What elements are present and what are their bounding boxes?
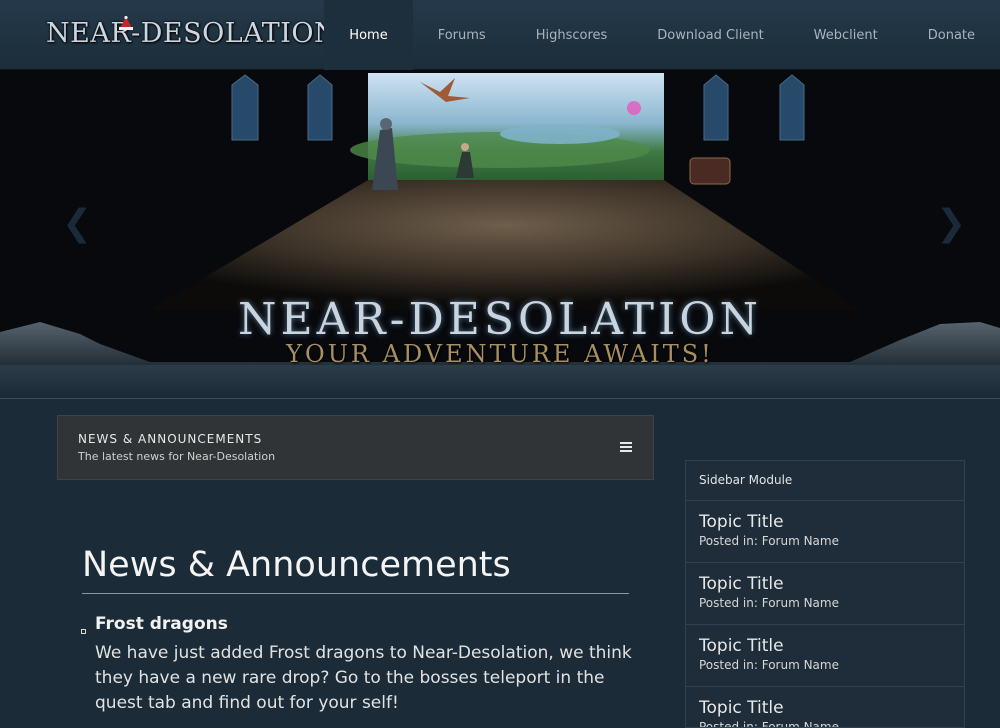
nav-download-client-label: Download Client [657, 27, 764, 43]
hero-bottom-border [0, 365, 1000, 399]
hero-title: NEAR-DESOLATION [238, 294, 762, 345]
nav-highscores-label: Highscores [535, 27, 608, 43]
sidebar-topic-item[interactable]: Topic Title Posted in: Forum Name [686, 563, 964, 625]
news-bar-title: NEWS & ANNOUNCEMENTS [78, 432, 263, 446]
topic-meta: Posted in: Forum Name [699, 658, 839, 672]
nav-highscores[interactable]: Highscores [511, 0, 633, 70]
topic-title[interactable]: Topic Title [699, 697, 951, 719]
news-header-bar: NEWS & ANNOUNCEMENTS The latest news for… [57, 415, 654, 480]
nav-webclient-label: Webclient [813, 27, 878, 43]
topic-title[interactable]: Topic Title [699, 511, 951, 533]
sidebar-title: Sidebar Module [686, 461, 964, 501]
nav-forums[interactable]: Forums [413, 0, 511, 70]
topic-meta: Posted in: Forum Name [699, 534, 839, 548]
nav-home-label: Home [349, 27, 388, 43]
nav-donate[interactable]: Donate [903, 0, 1000, 70]
topic-title[interactable]: Topic Title [699, 635, 951, 657]
chevron-left-icon[interactable]: ❮ [62, 206, 92, 242]
page-title: News & Announcements [82, 545, 629, 594]
sidebar-module: Sidebar Module Topic Title Posted in: Fo… [685, 460, 965, 728]
sidebar-topic-item[interactable]: Topic Title Posted in: Forum Name [686, 501, 964, 563]
nav-donate-label: Donate [927, 27, 975, 43]
nav-download-client[interactable]: Download Client [632, 0, 788, 70]
nav-forums-label: Forums [437, 27, 486, 43]
topic-meta: Posted in: Forum Name [699, 596, 839, 610]
main-nav: Home Forums Highscores Download Client W… [324, 0, 1000, 70]
bullet-icon [81, 629, 86, 634]
hamburger-menu-icon[interactable] [620, 442, 632, 452]
santa-hat-icon [119, 16, 133, 30]
site-logo[interactable]: NEAR-DESOLATION [46, 16, 339, 54]
logo-text: NEAR-DESOLATION [46, 18, 339, 49]
chevron-right-icon[interactable]: ❯ [936, 206, 966, 242]
topic-meta: Posted in: Forum Name [699, 720, 839, 728]
nav-home[interactable]: Home [324, 0, 413, 70]
post-title[interactable]: Frost dragons [95, 614, 228, 634]
post-body: We have just added Frost dragons to Near… [95, 643, 632, 713]
sidebar-topic-item[interactable]: Topic Title Posted in: Forum Name [686, 687, 964, 728]
topic-title[interactable]: Topic Title [699, 573, 951, 595]
news-bar-subtitle: The latest news for Near-Desolation [78, 450, 276, 463]
nav-webclient[interactable]: Webclient [789, 0, 903, 70]
sidebar-topic-item[interactable]: Topic Title Posted in: Forum Name [686, 625, 964, 687]
hero-slider: NEAR-DESOLATION YOUR ADVENTURE AWAITS! ❮… [0, 70, 1000, 398]
top-navbar: NEAR-DESOLATION Home Forums Highscores D… [0, 0, 1000, 70]
hero-subtitle: YOUR ADVENTURE AWAITS! [286, 340, 714, 368]
